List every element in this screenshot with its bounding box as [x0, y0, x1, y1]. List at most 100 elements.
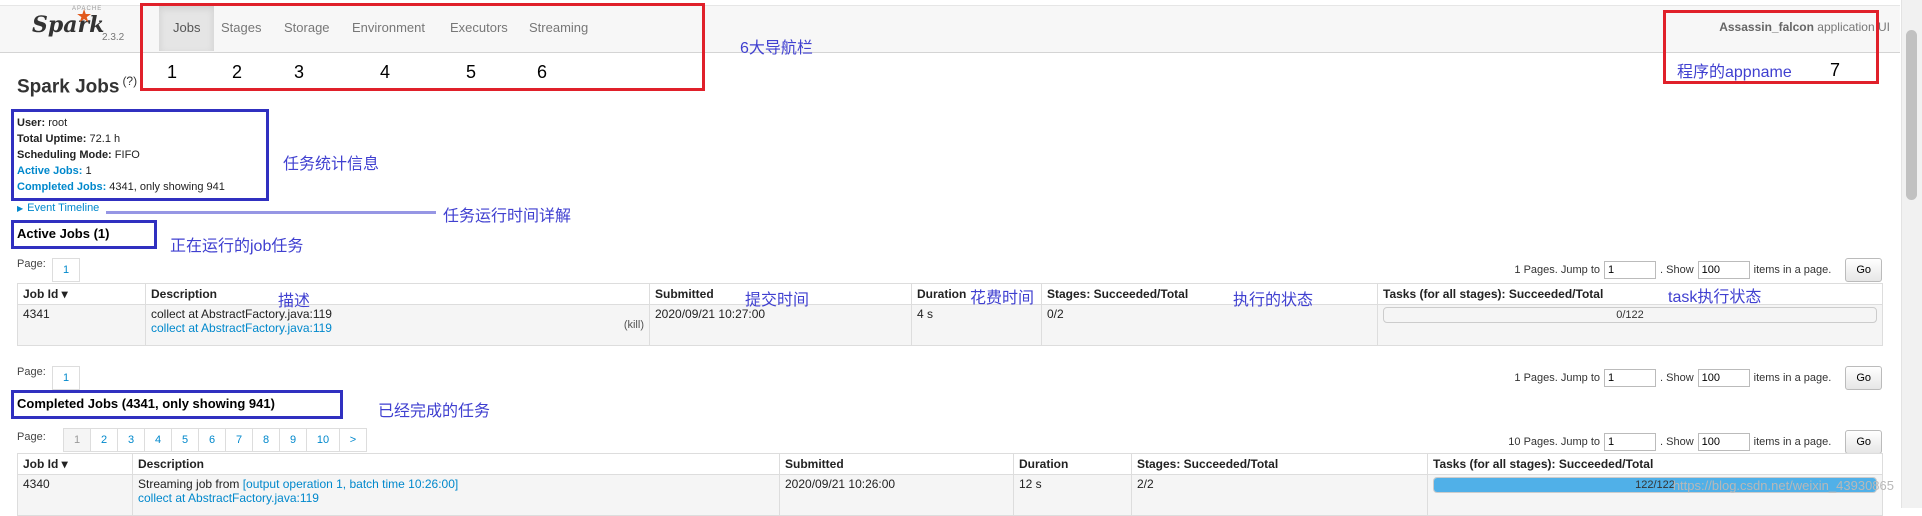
active-bottom-page-1[interactable]: 1	[52, 366, 80, 390]
tasks-progress-bar: 0/122	[1383, 307, 1877, 323]
job-description: collect at AbstractFactory.java:119 coll…	[145, 304, 650, 346]
job-description-text: collect at AbstractFactory.java:119	[151, 307, 332, 321]
job-id: 4341	[17, 304, 146, 346]
job-tasks-cell: 0/122	[1377, 304, 1883, 346]
tasks-annotation-label: task执行状态	[1668, 289, 1762, 306]
nav-number-1: 1	[167, 62, 178, 82]
appname-annotation-label: 程序的appname	[1677, 64, 1792, 81]
nav-number-3: 3	[294, 62, 305, 82]
completed-show-text: . Show	[1660, 436, 1694, 448]
completed-annotation-box	[11, 390, 343, 419]
job-duration: 12 s	[1013, 474, 1132, 516]
completed-items-text: items in a page.	[1753, 436, 1832, 448]
active-bottom-jump-text: 1 Pages. Jump to	[1514, 372, 1601, 384]
active-jump-input[interactable]	[1604, 261, 1657, 279]
job-stages: 2/2	[1131, 474, 1428, 516]
active-bottom-go-button[interactable]: Go	[1845, 366, 1882, 390]
spark-star-icon: ★	[76, 6, 93, 26]
spark-version: 2.3.2	[102, 32, 125, 43]
job-duration: 4 s	[911, 304, 1042, 346]
page-6[interactable]: 6	[199, 428, 226, 452]
col-stages[interactable]: Stages: Succeeded/Total	[1041, 283, 1378, 305]
completed-jump-input[interactable]	[1604, 433, 1657, 451]
nav-number-2: 2	[232, 62, 243, 82]
active-show-text: . Show	[1660, 264, 1694, 276]
timeline-annotation-label: 任务运行时间详解	[443, 208, 572, 225]
completed-page-label: Page:	[17, 431, 46, 443]
active-show-input[interactable]	[1697, 261, 1750, 279]
tasks-progress-text: 0/122	[1616, 309, 1644, 321]
active-page-1[interactable]: 1	[52, 258, 80, 282]
job-description-prefix: Streaming job from	[138, 477, 240, 491]
completed-go-button[interactable]: Go	[1845, 430, 1882, 454]
job-id: 4340	[17, 474, 133, 516]
active-pagination-controls: 1 Pages. Jump to . Show items in a page.…	[1514, 258, 1882, 282]
active-bottom-show-text: . Show	[1660, 372, 1694, 384]
nav-number-6: 6	[537, 62, 548, 82]
col-submitted[interactable]: Submitted	[779, 453, 1014, 475]
active-items-text: items in a page.	[1753, 264, 1832, 276]
stages-annotation-label: 执行的状态	[1233, 292, 1314, 309]
col-stages[interactable]: Stages: Succeeded/Total	[1131, 453, 1428, 475]
scrollbar-thumb[interactable]	[1906, 30, 1917, 200]
active-bottom-pagination-controls: 1 Pages. Jump to . Show items in a page.…	[1514, 366, 1882, 390]
active-bottom-jump-input[interactable]	[1604, 369, 1657, 387]
job-batch-link[interactable]: [output operation 1, batch time 10:26:00…	[243, 477, 458, 491]
page-title: Spark Jobs (?)	[17, 74, 137, 98]
page-10[interactable]: 10	[307, 428, 340, 452]
job-submitted: 2020/09/21 10:26:00	[779, 474, 1014, 516]
page-7[interactable]: 7	[226, 428, 253, 452]
completed-pagination-controls: 10 Pages. Jump to . Show items in a page…	[1508, 430, 1882, 454]
job-description-link[interactable]: collect at AbstractFactory.java:119	[151, 321, 332, 335]
page-1[interactable]: 1	[63, 428, 91, 452]
duration-annotation-label: 花费时间	[970, 290, 1035, 307]
stats-annotation-label: 任务统计信息	[283, 156, 380, 173]
event-timeline-label: Event Timeline	[27, 202, 100, 214]
tasks-progress-text: 122/122	[1635, 479, 1675, 491]
active-bottom-items-text: items in a page.	[1753, 372, 1832, 384]
page-5[interactable]: 5	[172, 428, 199, 452]
col-job-id[interactable]: Job Id ▾	[17, 283, 146, 305]
page-9[interactable]: 9	[280, 428, 307, 452]
col-description[interactable]: Description	[132, 453, 780, 475]
stats-annotation-box	[11, 109, 269, 201]
active-bottom-show-input[interactable]	[1697, 369, 1750, 387]
page-2[interactable]: 2	[91, 428, 118, 452]
nav-number-5: 5	[466, 62, 477, 82]
completed-annotation-label: 已经完成的任务	[378, 403, 491, 420]
col-description[interactable]: Description	[145, 283, 650, 305]
spark-logo[interactable]: Spark	[32, 12, 104, 38]
watermark-text: https://blog.csdn.net/weixin_43930865	[1672, 478, 1894, 493]
active-annotation-box	[11, 220, 157, 249]
completed-jobs-table: Job Id ▾ Description Submitted Duration …	[17, 453, 1883, 516]
help-icon[interactable]: (?)	[122, 74, 137, 88]
page-next[interactable]: >	[340, 428, 367, 452]
appname-annotation-number: 7	[1830, 60, 1841, 80]
desc-annotation-label: 描述	[278, 293, 311, 310]
col-tasks[interactable]: Tasks (for all stages): Succeeded/Total	[1377, 283, 1883, 305]
completed-jump-text: 10 Pages. Jump to	[1508, 436, 1601, 448]
col-tasks[interactable]: Tasks (for all stages): Succeeded/Total	[1427, 453, 1883, 475]
active-go-button[interactable]: Go	[1845, 258, 1882, 282]
page-8[interactable]: 8	[253, 428, 280, 452]
job-stages: 0/2	[1041, 304, 1378, 346]
vertical-scrollbar[interactable]	[1901, 0, 1922, 508]
page-4[interactable]: 4	[145, 428, 172, 452]
kill-link[interactable]: (kill)	[624, 319, 644, 331]
col-duration[interactable]: Duration	[1013, 453, 1132, 475]
page-title-text: Spark Jobs	[17, 76, 120, 98]
job-description-link[interactable]: collect at AbstractFactory.java:119	[138, 491, 774, 505]
job-submitted: 2020/09/21 10:27:00	[649, 304, 912, 346]
page-3[interactable]: 3	[118, 428, 145, 452]
active-bottom-page-label: Page:	[17, 366, 46, 378]
annotation-underline	[106, 211, 436, 214]
completed-show-input[interactable]	[1697, 433, 1750, 451]
nav-annotation-box	[140, 3, 705, 91]
table-row: 4340 Streaming job from [output operatio…	[17, 474, 1883, 516]
completed-pager: 1 2 3 4 5 6 7 8 9 10 >	[63, 428, 367, 452]
col-job-id[interactable]: Job Id ▾	[17, 453, 133, 475]
nav-number-4: 4	[380, 62, 391, 82]
submitted-annotation-label: 提交时间	[745, 292, 810, 309]
event-timeline-toggle[interactable]: ▶ Event Timeline	[17, 202, 99, 214]
nav-annotation-label: 6大导航栏	[740, 40, 813, 57]
